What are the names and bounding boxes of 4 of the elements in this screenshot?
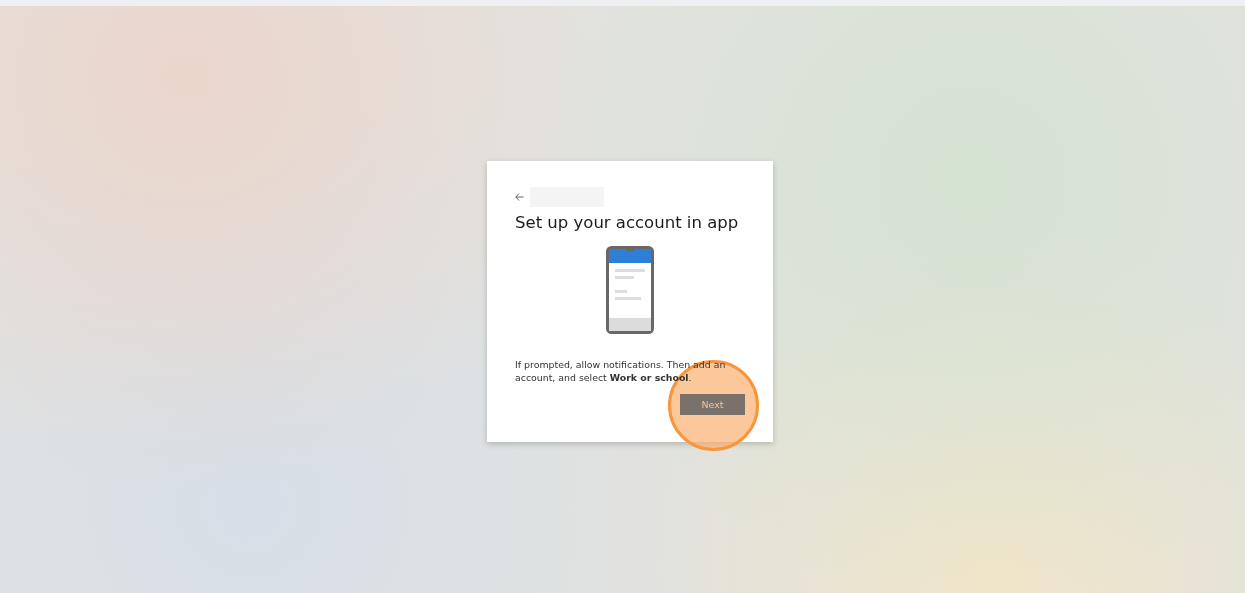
back-arrow-icon[interactable] [515, 193, 524, 201]
next-button[interactable]: Next [680, 394, 745, 415]
phone-icon [606, 246, 654, 334]
dialog-title: Set up your account in app [515, 213, 740, 232]
